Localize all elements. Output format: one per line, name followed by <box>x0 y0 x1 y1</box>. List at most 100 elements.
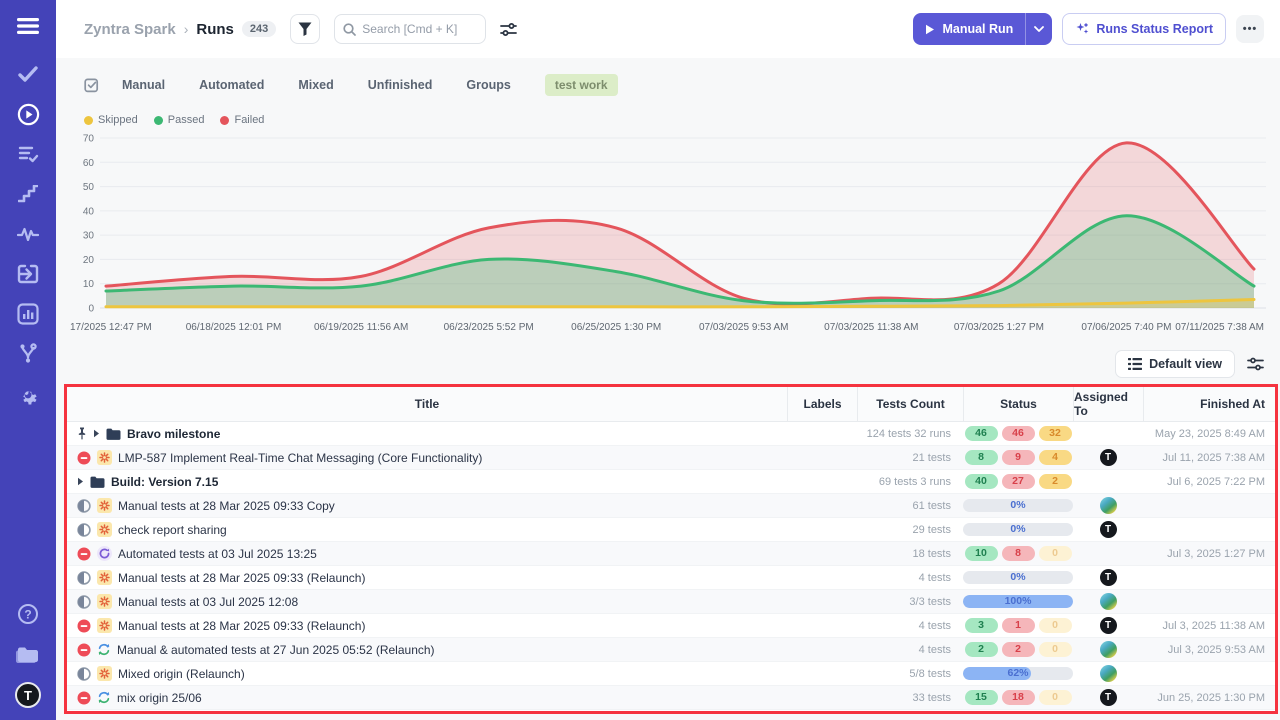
runs-icon[interactable] <box>16 102 40 126</box>
assignee-avatar[interactable] <box>1100 593 1117 610</box>
menu-icon[interactable] <box>16 14 40 38</box>
run-title[interactable]: check report sharing <box>118 523 227 537</box>
expand-chevron-icon[interactable] <box>93 429 100 438</box>
tab-mixed[interactable]: Mixed <box>298 78 333 92</box>
branch-icon[interactable] <box>16 342 40 366</box>
run-title[interactable]: Manual & automated tests at 27 Jun 2025 … <box>117 643 435 657</box>
user-avatar[interactable]: T <box>15 682 41 708</box>
runs-status-report-button[interactable]: Runs Status Report <box>1062 13 1226 45</box>
chevron-down-icon <box>1034 26 1044 32</box>
legend-item-failed[interactable]: Failed <box>220 114 264 126</box>
table-row[interactable]: Build: Version 7.1569 tests 3 runs40272J… <box>67 470 1275 494</box>
table-row[interactable]: LMP-587 Implement Real-Time Chat Messagi… <box>67 446 1275 470</box>
assignee-avatar[interactable] <box>1100 497 1117 514</box>
assignee-avatar[interactable] <box>1100 641 1117 658</box>
run-title[interactable]: Manual tests at 03 Jul 2025 12:08 <box>118 595 298 609</box>
stopped-status-icon <box>77 451 91 465</box>
tab-manual[interactable]: Manual <box>122 78 165 92</box>
assignee-avatar[interactable]: T <box>1100 617 1117 634</box>
projects-folder-icon[interactable] <box>16 642 40 666</box>
table-row[interactable]: Automated tests at 03 Jul 2025 13:2518 t… <box>67 542 1275 566</box>
defects-icon[interactable] <box>16 222 40 246</box>
assignee-avatar[interactable]: T <box>1100 449 1117 466</box>
status-badge-skipped: 0 <box>1039 642 1072 657</box>
tab-unfinished[interactable]: Unfinished <box>368 78 433 92</box>
run-title[interactable]: Manual tests at 28 Mar 2025 09:33 (Relau… <box>118 619 365 633</box>
assignee-avatar[interactable]: T <box>1100 689 1117 706</box>
table-row[interactable]: mix origin 25/0633 tests15180TJun 25, 20… <box>67 686 1275 710</box>
manual-run-dropdown-button[interactable] <box>1026 13 1052 45</box>
status-badge-skipped: 0 <box>1039 618 1072 633</box>
column-header-tests-count[interactable]: Tests Count <box>857 387 963 421</box>
test-plans-icon[interactable] <box>16 142 40 166</box>
manual-run-type-icon <box>97 450 112 465</box>
legend-item-skipped[interactable]: Skipped <box>84 114 138 126</box>
table-row[interactable]: Manual & automated tests at 27 Jun 2025 … <box>67 638 1275 662</box>
table-row[interactable]: Mixed origin (Relaunch)5/8 tests62% <box>67 662 1275 686</box>
svg-text:70: 70 <box>83 134 95 145</box>
filter-chip-test-work[interactable]: test work <box>545 74 618 96</box>
table-settings-icon[interactable] <box>1247 357 1264 371</box>
svg-text:06/19/2025 11:56 AM: 06/19/2025 11:56 AM <box>314 322 408 333</box>
finished-at-cell: Jul 3, 2025 1:27 PM <box>1143 542 1275 565</box>
help-icon[interactable]: ? <box>16 602 40 626</box>
table-body: Bravo milestone124 tests 32 runs464632Ma… <box>67 422 1275 710</box>
progress-bar: 0% <box>963 499 1073 512</box>
labels-cell <box>787 662 857 685</box>
table-row[interactable]: Manual tests at 28 Mar 2025 09:33 (Relau… <box>67 566 1275 590</box>
milestones-icon[interactable] <box>16 182 40 206</box>
folder-icon <box>90 476 105 488</box>
status-cell: 40272 <box>963 470 1073 493</box>
table-row[interactable]: Bravo milestone124 tests 32 runs464632Ma… <box>67 422 1275 446</box>
table-row[interactable]: Manual tests at 28 Mar 2025 09:33 Copy 61… <box>67 494 1275 518</box>
tab-groups[interactable]: Groups <box>466 78 510 92</box>
search-input[interactable] <box>362 22 472 36</box>
settings-gear-icon[interactable] <box>16 382 40 406</box>
reports-icon[interactable] <box>16 302 40 326</box>
assignee-avatar[interactable]: T <box>1100 521 1117 538</box>
test-cases-icon[interactable] <box>16 62 40 86</box>
table-row[interactable]: check report sharing29 tests0%T <box>67 518 1275 542</box>
manual-run-button[interactable]: Manual Run <box>913 22 1025 36</box>
run-title[interactable]: Bravo milestone <box>127 427 220 441</box>
column-header-labels[interactable]: Labels <box>787 387 857 421</box>
filter-funnel-button[interactable] <box>290 14 320 44</box>
manual-run-split-button: Manual Run <box>913 13 1052 45</box>
in-progress-status-icon <box>77 571 91 585</box>
table-row[interactable]: Manual tests at 03 Jul 2025 12:08 3/3 tes… <box>67 590 1275 614</box>
pin-icon <box>77 427 87 440</box>
inbox-in-icon[interactable] <box>16 262 40 286</box>
column-header-assigned-to[interactable]: Assigned To <box>1073 387 1143 421</box>
tests-count-cell: 3/3 tests <box>857 590 963 613</box>
run-title[interactable]: Manual tests at 28 Mar 2025 09:33 (Relau… <box>118 571 365 585</box>
default-view-button[interactable]: Default view <box>1115 350 1235 378</box>
run-title[interactable]: Mixed origin (Relaunch) <box>118 667 245 681</box>
run-title[interactable]: mix origin 25/06 <box>117 691 202 705</box>
stopped-status-icon <box>77 643 91 657</box>
run-title[interactable]: Automated tests at 03 Jul 2025 13:25 <box>118 547 317 561</box>
table-row[interactable]: Manual tests at 28 Mar 2025 09:33 (Relau… <box>67 614 1275 638</box>
column-header-title[interactable]: Title <box>67 387 787 421</box>
column-header-finished-at[interactable]: Finished At <box>1143 387 1275 421</box>
run-title[interactable]: Manual tests at 28 Mar 2025 09:33 Copy <box>118 499 335 513</box>
column-header-status[interactable]: Status <box>963 387 1073 421</box>
breadcrumb-project[interactable]: Zyntra Spark <box>84 21 176 38</box>
search-box[interactable] <box>334 14 486 44</box>
status-badge-passed: 15 <box>965 690 998 705</box>
in-progress-status-icon <box>77 499 91 513</box>
assignee-avatar[interactable] <box>1100 665 1117 682</box>
status-cell: 100% <box>963 590 1073 613</box>
run-title[interactable]: Build: Version 7.15 <box>111 475 218 489</box>
tab-automated[interactable]: Automated <box>199 78 264 92</box>
breadcrumb-page: Runs <box>196 21 234 38</box>
assignee-avatar[interactable]: T <box>1100 569 1117 586</box>
more-options-button[interactable]: ••• <box>1236 15 1264 43</box>
progress-bar: 0% <box>963 523 1073 536</box>
tests-count-cell: 61 tests <box>857 494 963 517</box>
tune-sliders-icon[interactable] <box>500 22 517 37</box>
expand-chevron-icon[interactable] <box>77 477 84 486</box>
svg-text:07/06/2025 7:40 PM: 07/06/2025 7:40 PM <box>1081 322 1171 333</box>
run-title[interactable]: LMP-587 Implement Real-Time Chat Messagi… <box>118 451 482 465</box>
legend-item-passed[interactable]: Passed <box>154 114 205 126</box>
select-all-icon[interactable] <box>84 77 100 93</box>
